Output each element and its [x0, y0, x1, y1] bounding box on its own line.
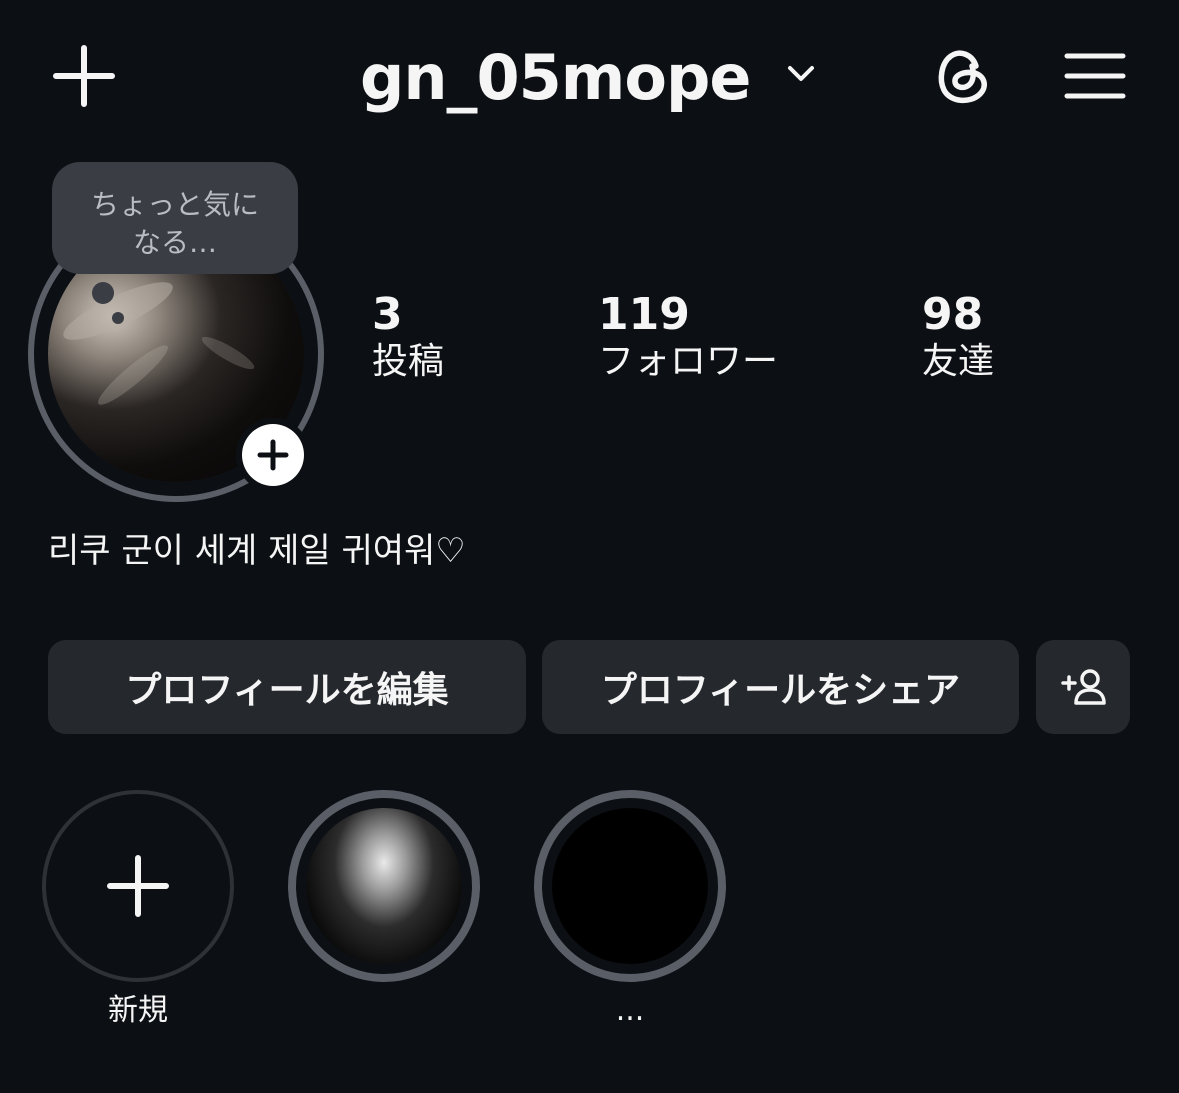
add-story-button[interactable] — [236, 418, 310, 492]
stat-friends[interactable]: 98 友達 — [922, 290, 994, 384]
stat-posts-label: 投稿 — [372, 341, 445, 382]
plus-icon — [257, 439, 289, 471]
stat-friends-count: 98 — [922, 289, 984, 340]
highlight-cover — [552, 808, 708, 964]
stat-followers-label: フォロワー — [598, 341, 779, 382]
highlight-label: ... — [615, 993, 645, 1028]
create-plus-icon[interactable] — [52, 44, 116, 108]
note-bubble-tail — [92, 282, 114, 304]
add-person-icon — [1061, 669, 1106, 705]
hamburger-menu-icon[interactable] — [1064, 52, 1126, 100]
stat-posts[interactable]: 3 投稿 — [372, 290, 444, 384]
highlight-cover — [306, 808, 462, 964]
stat-followers-count: 119 — [598, 289, 690, 340]
highlight-item[interactable] — [288, 790, 480, 982]
highlight-new-label: 新規 — [108, 993, 168, 1028]
share-profile-button[interactable]: プロフィールをシェア — [542, 640, 1019, 734]
note-bubble[interactable]: ちょっと気になる… — [52, 162, 298, 274]
note-bubble-tail-small — [112, 312, 124, 324]
chevron-down-icon[interactable] — [786, 62, 816, 86]
stat-friends-label: 友達 — [922, 341, 995, 382]
note-text: ちょっと気になる… — [90, 188, 259, 259]
stat-followers[interactable]: 119 フォロワー — [598, 290, 778, 384]
stat-posts-count: 3 — [372, 289, 403, 340]
plus-icon — [107, 855, 169, 917]
highlight-new[interactable] — [42, 790, 234, 982]
threads-icon[interactable] — [930, 44, 994, 108]
username-title[interactable]: gn_05mope — [360, 40, 751, 116]
bio-text: 리쿠 군이 세계 제일 귀여워♡ — [48, 531, 466, 571]
discover-people-button[interactable] — [1036, 640, 1130, 734]
highlight-item[interactable] — [534, 790, 726, 982]
edit-profile-button[interactable]: プロフィールを編集 — [48, 640, 526, 734]
